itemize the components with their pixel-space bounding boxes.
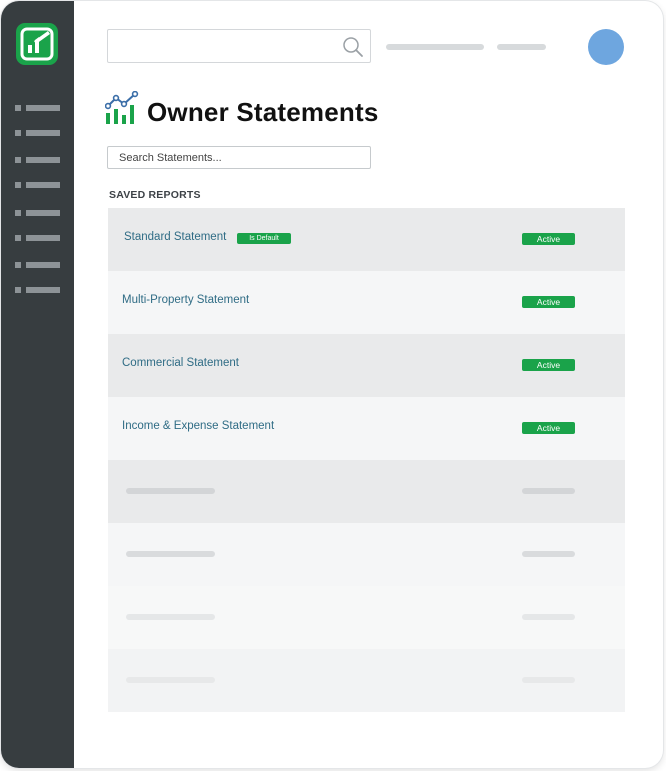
table-row[interactable]: Commercial Statement Active: [108, 334, 625, 397]
nav-bullet: [15, 157, 21, 163]
nav-bullet: [15, 105, 21, 111]
sidebar-item-4[interactable]: [15, 181, 61, 189]
saved-reports-table: Standard Statement Is Default Active Mul…: [108, 208, 625, 712]
sidebar-item-2[interactable]: [15, 129, 61, 137]
status-badge: Active: [522, 359, 575, 371]
nav-bullet: [15, 182, 21, 188]
nav-label-placeholder: [26, 105, 60, 111]
status-badge: Active: [522, 233, 575, 245]
section-title: SAVED REPORTS: [109, 189, 201, 201]
nav-label-placeholder: [26, 210, 60, 216]
sidebar-item-8[interactable]: [15, 286, 61, 294]
nav-label-placeholder: [26, 287, 60, 293]
skeleton-bar: [522, 551, 575, 557]
nav-bullet: [15, 210, 21, 216]
default-badge: Is Default: [237, 233, 291, 244]
brand-logo-icon[interactable]: [16, 23, 58, 65]
sidebar-item-3[interactable]: [15, 156, 61, 164]
status-badge: Active: [522, 296, 575, 308]
nav-bullet: [15, 262, 21, 268]
page-title: Owner Statements: [147, 97, 379, 127]
status-badge: Active: [522, 422, 575, 434]
placeholder-row: [108, 649, 625, 712]
report-name-link[interactable]: Standard Statement: [124, 231, 226, 243]
table-row[interactable]: Multi-Property Statement Active: [108, 271, 625, 334]
skeleton-bar: [522, 677, 575, 683]
skeleton-bar: [522, 488, 575, 494]
placeholder-row: [108, 523, 625, 586]
search-icon[interactable]: [342, 36, 364, 58]
placeholder-row: [108, 460, 625, 523]
sidebar-item-6[interactable]: [15, 234, 61, 242]
report-name-link[interactable]: Commercial Statement: [122, 357, 239, 369]
nav-label-placeholder: [26, 157, 60, 163]
nav-label-placeholder: [26, 235, 60, 241]
skeleton-bar: [522, 614, 575, 620]
placeholder-row: [108, 586, 625, 649]
sidebar-item-5[interactable]: [15, 209, 61, 217]
skeleton-bar: [126, 677, 215, 683]
sidebar-item-7[interactable]: [15, 261, 61, 269]
header-placeholder-bar: [497, 44, 546, 50]
nav-bullet: [15, 287, 21, 293]
nav-label-placeholder: [26, 130, 60, 136]
analytics-chart-icon: [105, 91, 139, 124]
table-row[interactable]: Standard Statement Is Default Active: [108, 208, 625, 271]
sidebar: [1, 1, 74, 768]
skeleton-bar: [126, 614, 215, 620]
sidebar-item-1[interactable]: [15, 104, 61, 112]
nav-bullet: [15, 235, 21, 241]
nav-bullet: [15, 130, 21, 136]
table-row[interactable]: Income & Expense Statement Active: [108, 397, 625, 460]
search-statements-input[interactable]: [107, 146, 371, 169]
nav-label-placeholder: [26, 262, 60, 268]
skeleton-bar: [126, 551, 215, 557]
nav-label-placeholder: [26, 182, 60, 188]
skeleton-bar: [126, 488, 215, 494]
report-name-link[interactable]: Income & Expense Statement: [122, 420, 274, 432]
global-search-input[interactable]: [107, 29, 371, 63]
report-name-link[interactable]: Multi-Property Statement: [122, 294, 249, 306]
header-placeholder-bar: [386, 44, 484, 50]
avatar[interactable]: [588, 29, 624, 65]
app-window: Owner Statements SAVED REPORTS Standard …: [1, 1, 663, 768]
